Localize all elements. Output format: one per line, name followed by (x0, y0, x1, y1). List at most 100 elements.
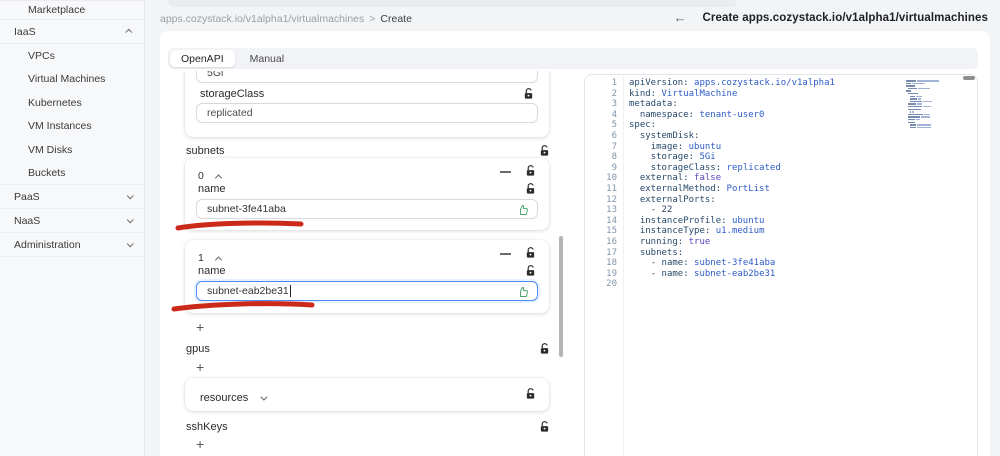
line-text: instanceProfile: ubuntu (639, 215, 765, 226)
resources-card[interactable]: resources (185, 378, 549, 411)
storage-class-value: replicated (207, 107, 253, 119)
line-number: 13 (606, 205, 617, 216)
sidebar-item-vm-disks[interactable]: VM Disks (0, 138, 144, 162)
sshkeys-label: sshKeys (186, 421, 228, 433)
system-disk-card: 5Gi storageClass replicated (185, 71, 549, 137)
code-line[interactable]: 15 instanceType: u1.medium (585, 226, 977, 237)
minimap-line (906, 90, 946, 92)
line-text: storage: 5Gi (650, 152, 716, 163)
sidebar-item-administration[interactable]: Administration (0, 233, 144, 257)
chevron-up-icon[interactable] (215, 256, 223, 264)
sidebar-item-virtual-machines[interactable]: Virtual Machines (0, 68, 144, 92)
line-number: 15 (606, 226, 617, 237)
code-line[interactable]: 12 externalPorts: (585, 195, 977, 206)
add-sshkey-button[interactable]: + (196, 437, 204, 451)
sidebar-item-vm-instances[interactable]: VM Instances (0, 115, 144, 139)
line-text: metadata: (629, 99, 678, 110)
code-line[interactable]: 7 image: ubuntu (585, 142, 977, 153)
gpus-label: gpus (186, 343, 210, 355)
unlock-icon[interactable] (525, 183, 536, 195)
sidebar-list: Marketplace IaaS VPCs Virtual Machines Kuber… (0, 1, 144, 257)
unlock-icon[interactable] (525, 388, 536, 400)
unlock-icon[interactable] (523, 88, 534, 100)
code-line[interactable]: 11 externalMethod: PortList (585, 184, 977, 195)
code-line[interactable]: 8 storage: 5Gi (585, 152, 977, 163)
minimap-line (906, 108, 946, 111)
line-number: 6 (611, 130, 617, 141)
subnets-label: subnets (186, 145, 225, 157)
code-line[interactable]: 19 - name: subnet-eab2be31 (585, 269, 977, 280)
breadcrumb-path[interactable]: apps.cozystack.io/v1alpha1/virtualmachin… (160, 13, 364, 25)
form-scrollbar-thumb[interactable] (559, 236, 563, 357)
chevron-down-icon (126, 240, 134, 248)
thumbs-up-icon (520, 204, 528, 215)
resources-label: resources (200, 392, 249, 404)
line-text: externalPorts: (639, 194, 716, 205)
line-number: 10 (606, 173, 617, 184)
subnet-card-0: 0 name subnet-3fe41aba (185, 158, 549, 230)
subnet-1-header[interactable]: 1 (198, 248, 223, 266)
sidebar-item-naas[interactable]: NaaS (0, 209, 144, 233)
chevron-up-icon[interactable] (215, 174, 223, 182)
remove-subnet-1-button[interactable] (500, 247, 511, 259)
code-line[interactable]: 18 - name: subnet-3fe41aba (585, 258, 977, 269)
line-text: - name: subnet-3fe41aba (650, 258, 776, 269)
subnet-0-header[interactable]: 0 (198, 166, 223, 184)
unlock-icon[interactable] (539, 421, 550, 433)
tab-manual[interactable]: Manual (237, 50, 297, 67)
subnet-0-name-label: name (198, 183, 226, 195)
thumbs-up-icon (520, 286, 528, 297)
subnet-card-1: 1 name subnet-eab2be31 (185, 240, 549, 313)
code-line[interactable]: 9 storageClass: replicated (585, 163, 977, 174)
sidebar-item-vpcs[interactable]: VPCs (0, 44, 144, 68)
line-text: externalMethod: PortList (639, 183, 770, 194)
storage-field[interactable]: 5Gi (196, 71, 538, 83)
unlock-icon[interactable] (525, 265, 536, 277)
tab-openapi-label: OpenAPI (181, 52, 224, 65)
editor-scrollbar-thumb[interactable] (963, 76, 975, 80)
add-gpu-button[interactable]: + (196, 360, 204, 374)
sidebar-item-buckets[interactable]: Buckets (0, 162, 144, 185)
code-line[interactable]: 13 - 22 (585, 205, 977, 216)
subnet-0-name-input[interactable]: subnet-3fe41aba (196, 199, 538, 219)
minimap-line (906, 100, 946, 103)
code-line[interactable]: 14 instanceProfile: ubuntu (585, 216, 977, 227)
line-number: 1 (611, 78, 617, 88)
remove-subnet-0-button[interactable] (500, 165, 511, 177)
code-line[interactable]: 6 systemDisk: (585, 131, 977, 142)
add-subnet-button[interactable]: + (196, 320, 204, 334)
chevron-down-icon (126, 216, 134, 224)
code-line[interactable]: 16 running: true (585, 237, 977, 248)
sidebar-item-label: IaaS (14, 25, 36, 38)
code-line[interactable]: 10 external: false (585, 173, 977, 184)
minimap-line (906, 87, 946, 90)
line-number: 2 (611, 88, 617, 99)
subnet-1-name-label: name (198, 265, 226, 277)
tab-openapi[interactable]: OpenAPI (170, 50, 235, 67)
sidebar-item-kubernetes[interactable]: Kubernetes (0, 91, 144, 115)
unlock-icon[interactable] (539, 343, 550, 355)
subnet-0-index: 0 (198, 170, 204, 182)
resources-header[interactable]: resources (200, 388, 268, 406)
code-line[interactable]: 20 (585, 279, 977, 290)
sidebar-item-iaas[interactable]: IaaS (0, 20, 144, 44)
subnet-1-name-input[interactable]: subnet-eab2be31 (196, 281, 538, 301)
line-text: external: false (639, 173, 722, 184)
minimap-line (906, 92, 946, 95)
line-text: running: true (639, 236, 711, 247)
sidebar-item-marketplace[interactable]: Marketplace (0, 1, 144, 20)
storage-class-input[interactable]: replicated (196, 103, 538, 123)
yaml-editor[interactable]: 1 apiVersion: apps.cozystack.io/v1alpha1 2… (584, 74, 978, 456)
editor-minimap[interactable] (906, 80, 946, 132)
storage-class-label-row: storageClass (200, 88, 534, 100)
sidebar-item-label: Buckets (28, 166, 66, 179)
unlock-icon[interactable] (525, 165, 536, 177)
unlock-icon[interactable] (539, 145, 550, 157)
code-line[interactable]: 17 subnets: (585, 248, 977, 259)
minimap-line (906, 80, 946, 82)
sidebar-item-paas[interactable]: PaaS (0, 185, 144, 209)
line-text: - name: subnet-eab2be31 (650, 268, 776, 279)
subnet-1-index: 1 (198, 252, 204, 264)
back-arrow-icon[interactable]: ← (674, 11, 687, 24)
unlock-icon[interactable] (525, 247, 536, 259)
